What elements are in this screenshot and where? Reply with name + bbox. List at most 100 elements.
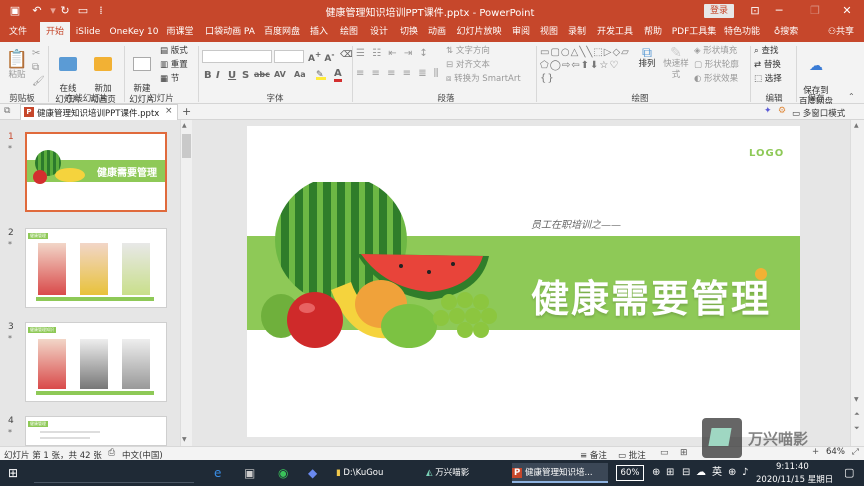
- smartart-button[interactable]: ⧈ 转换为 SmartArt: [446, 74, 521, 85]
- slide-thumbnail-3[interactable]: 健康管理知识: [25, 322, 167, 402]
- quick-styles-button[interactable]: ✎ 快速样式: [660, 46, 692, 81]
- taskbar-item-kugou[interactable]: ▮ D:\KuGou: [336, 463, 412, 483]
- tab-rain-classroom[interactable]: 雨课堂: [162, 22, 198, 42]
- shapes-gallery[interactable]: ▭▢○△╲╲⬚▷◇▱⬠◯⇨⇦⬆⬇☆♡{}: [540, 46, 634, 88]
- tab-home[interactable]: 开始: [40, 22, 70, 42]
- tray-icon[interactable]: ⊕: [728, 463, 736, 483]
- taskbar-search[interactable]: [34, 463, 194, 483]
- start-slideshow-icon[interactable]: ▭: [76, 4, 90, 18]
- current-slide[interactable]: LOGO 员工在职培训之—— 健康需要管理: [247, 126, 800, 437]
- shape-outline-button[interactable]: ▢ 形状轮廓: [694, 60, 739, 71]
- app-icon[interactable]: ◆: [308, 463, 317, 483]
- highlight-icon[interactable]: ✎: [316, 70, 326, 80]
- copy-icon[interactable]: ⧉: [32, 62, 39, 73]
- tab-special[interactable]: 特色功能: [722, 22, 762, 42]
- undo-icon[interactable]: ↶: [30, 4, 44, 18]
- collapse-ribbon-icon[interactable]: ⌃: [848, 92, 855, 101]
- scroll-down-icon[interactable]: ▼: [182, 436, 187, 443]
- tray-icon[interactable]: ⊕: [652, 463, 660, 483]
- shape-fill-button[interactable]: ◈ 形状填充: [694, 46, 737, 57]
- slide-sorter-icon[interactable]: ⊞: [680, 448, 688, 458]
- scroll-down-icon[interactable]: ▼: [854, 396, 859, 403]
- previous-slide-icon[interactable]: ⏶: [854, 410, 860, 419]
- section-button[interactable]: ▦ 节: [160, 74, 179, 85]
- clock-date[interactable]: 2020/11/15 星期日: [756, 473, 833, 485]
- underline-button[interactable]: U: [228, 70, 236, 81]
- tab-help[interactable]: 帮助: [640, 22, 666, 42]
- spellcheck-icon[interactable]: ⎙: [108, 448, 115, 458]
- login-button[interactable]: 登录: [704, 4, 734, 18]
- reset-button[interactable]: ▥ 重置: [160, 60, 188, 71]
- redo-icon[interactable]: ↻: [58, 4, 72, 18]
- edge-browser-icon[interactable]: e: [214, 463, 221, 483]
- clock-time[interactable]: 9:11:40: [776, 462, 809, 472]
- tab-transitions[interactable]: 切换: [396, 22, 422, 42]
- customize-toolbar-icon[interactable]: ⁞: [94, 4, 108, 18]
- font-size-input[interactable]: [274, 50, 304, 63]
- multi-window-button[interactable]: ▭ 多窗口模式: [792, 107, 845, 119]
- tab-islide[interactable]: iSlide: [72, 22, 104, 42]
- layout-button[interactable]: ▤ 版式: [160, 46, 188, 57]
- battery-indicator[interactable]: 60%: [616, 465, 644, 481]
- tab-file[interactable]: 文件: [4, 22, 32, 42]
- shape-effects-button[interactable]: ◐ 形状效果: [694, 74, 738, 85]
- list-icons[interactable]: ☰ ☷ ⇤ ⇥ ↕: [356, 48, 430, 59]
- tell-me-search[interactable]: ♁搜索: [768, 22, 804, 42]
- tab-slideshow[interactable]: 幻灯片放映: [454, 22, 504, 42]
- taskbar-item-filmora[interactable]: ◭ 万兴喵影: [426, 463, 502, 483]
- arrange-button[interactable]: ⧉ 排列: [636, 46, 658, 70]
- browser-360-icon[interactable]: ◉: [278, 463, 288, 483]
- settings-icon[interactable]: ⚙: [778, 106, 786, 116]
- select-button[interactable]: ⬚ 选择: [754, 74, 782, 85]
- strikethrough-button[interactable]: abc: [254, 70, 270, 79]
- clear-format-icon[interactable]: ⌫: [340, 50, 353, 60]
- next-slide-icon[interactable]: ⏷: [854, 424, 860, 433]
- zoom-in-icon[interactable]: +: [812, 447, 819, 457]
- change-case-button[interactable]: Aa: [294, 70, 306, 79]
- slide-thumbnail-4[interactable]: 健康管理: [25, 416, 167, 446]
- close-button[interactable]: ✕: [836, 2, 858, 20]
- scroll-up-icon[interactable]: ▲: [854, 122, 859, 129]
- font-name-input[interactable]: [202, 50, 272, 63]
- cut-icon[interactable]: ✂: [32, 48, 40, 59]
- tray-icon[interactable]: ☁: [696, 463, 706, 483]
- paste-button[interactable]: 📋 粘贴: [4, 50, 30, 81]
- italic-button[interactable]: I: [216, 70, 220, 81]
- slide-thumbnail-2[interactable]: 健康管理: [25, 228, 167, 308]
- tray-icon[interactable]: ⊟: [682, 463, 690, 483]
- thumbnails-scrollbar[interactable]: ▲ ▼: [180, 120, 192, 446]
- tab-record[interactable]: 录制: [564, 22, 590, 42]
- char-spacing-button[interactable]: AV: [274, 70, 286, 79]
- pin-icon[interactable]: ✦: [764, 106, 772, 116]
- bold-button[interactable]: B: [204, 70, 212, 81]
- minimize-button[interactable]: ─: [768, 2, 790, 20]
- format-painter-icon[interactable]: 🖌: [32, 76, 45, 87]
- replace-button[interactable]: ⇄ 替换: [754, 60, 781, 71]
- document-tab[interactable]: P 健康管理知识培训PPT课件.pptx ×: [20, 104, 178, 120]
- tab-draw[interactable]: 绘图: [336, 22, 362, 42]
- save-icon[interactable]: ▣: [8, 4, 22, 18]
- text-direction-button[interactable]: ⇅ 文字方向: [446, 46, 490, 57]
- taskbar-item-powerpoint[interactable]: P 健康管理知识培...: [512, 463, 608, 483]
- increase-font-icon[interactable]: A+ A-: [308, 50, 335, 64]
- tab-review[interactable]: 审阅: [508, 22, 534, 42]
- store-icon[interactable]: ▣: [244, 463, 255, 483]
- find-button[interactable]: ⌕ 查找: [754, 46, 778, 57]
- close-tab-icon[interactable]: ×: [165, 106, 173, 116]
- tab-developer[interactable]: 开发工具: [594, 22, 636, 42]
- tab-pdf-tools[interactable]: PDF工具集: [670, 22, 718, 42]
- normal-view-icon[interactable]: ▭: [660, 448, 669, 458]
- font-color-button[interactable]: A: [334, 68, 342, 82]
- tray-icon[interactable]: ⊞: [666, 463, 674, 483]
- tab-onekey[interactable]: OneKey 10: [108, 22, 160, 42]
- tab-animations[interactable]: 动画: [424, 22, 450, 42]
- windows-start-icon[interactable]: ⊞: [8, 463, 18, 483]
- tab-design[interactable]: 设计: [366, 22, 392, 42]
- shadow-button[interactable]: S: [242, 70, 249, 81]
- ribbon-display-icon[interactable]: ⊡: [744, 2, 766, 20]
- document-list-icon[interactable]: ⧉: [4, 106, 10, 116]
- tab-pocket-animation[interactable]: 口袋动画 PA: [202, 22, 258, 42]
- scroll-thumb[interactable]: [182, 134, 191, 158]
- zoom-level[interactable]: 64%: [826, 447, 845, 457]
- align-text-button[interactable]: ⊟ 对齐文本: [446, 60, 490, 71]
